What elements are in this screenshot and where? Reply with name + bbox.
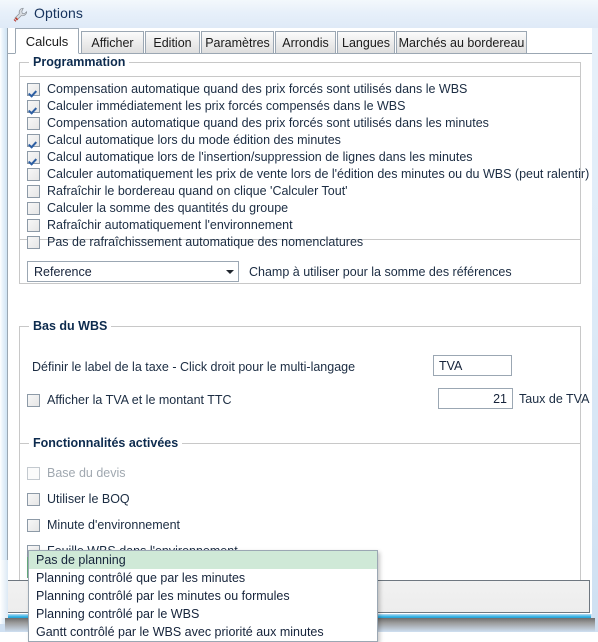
checkbox-row-rafraichir-environnement[interactable]: Rafraîchir automatiquement l'environneme… bbox=[27, 217, 293, 234]
dropdown-option-label: Planning contrôlé que par les minutes bbox=[36, 571, 246, 585]
checkbox-calcul-auto-insertion[interactable] bbox=[27, 151, 40, 164]
checkbox-compensation-auto-minutes[interactable] bbox=[27, 117, 40, 130]
checkbox-compensation-auto-wbs[interactable] bbox=[27, 83, 40, 96]
checkbox-row-calculer-prix-vente[interactable]: Calculer automatiquement les prix de ven… bbox=[27, 166, 589, 183]
checkbox-label: Pas de rafraîchissement automatique des … bbox=[47, 235, 364, 249]
tab-strip: Calculs Afficher Edition Paramètres Arro… bbox=[8, 28, 592, 54]
tab-label: Afficher bbox=[91, 35, 134, 50]
tax-label-description: Définir le label de la taxe - Click droi… bbox=[32, 360, 356, 374]
checkbox-label: Rafraîchir automatiquement l'environneme… bbox=[47, 218, 293, 232]
tab-label: Edition bbox=[153, 35, 192, 50]
checkbox-label: Calcul automatique lors de l'insertion/s… bbox=[47, 150, 473, 164]
dropdown-option-label: Planning contrôlé par les minutes ou for… bbox=[36, 589, 290, 603]
tab-label: Langues bbox=[342, 35, 390, 50]
tab-label: Calculs bbox=[25, 33, 69, 49]
checkbox-row-minute-environnement[interactable]: Minute d'environnement bbox=[27, 517, 180, 534]
checkbox-afficher-tva-ttc[interactable] bbox=[27, 394, 40, 407]
tab-label: Paramètres bbox=[205, 35, 270, 50]
checkbox-somme-quantites-groupe[interactable] bbox=[27, 202, 40, 215]
checkbox-row-base-du-devis[interactable]: Base du devis bbox=[27, 465, 126, 482]
checkbox-label: Utiliser le BOQ bbox=[47, 492, 130, 506]
tab-pane-calculs: Programmation Compensation automatique q… bbox=[8, 54, 592, 614]
checkbox-row-compensation-auto-minutes[interactable]: Compensation automatique quand des prix … bbox=[27, 115, 489, 132]
group-title-bas-du-wbs: Bas du WBS bbox=[29, 319, 112, 333]
checkbox-label: Calcul automatique lors du mode édition … bbox=[47, 133, 341, 147]
wrench-icon bbox=[13, 7, 28, 22]
planning-mode-dropdown-list[interactable]: Pas de planning Planning contrôlé que pa… bbox=[28, 550, 378, 642]
checkbox-pas-rafraichissement-nomenclatures[interactable] bbox=[27, 236, 40, 249]
window-glow-left bbox=[0, 0, 7, 624]
dropdown-option-label: Planning contrôlé par le WBS bbox=[36, 607, 200, 621]
checkbox-rafraichir-bordereau[interactable] bbox=[27, 185, 40, 198]
checkbox-row-compensation-auto-wbs[interactable]: Compensation automatique quand des prix … bbox=[27, 81, 467, 98]
reference-field-value: Reference bbox=[34, 264, 92, 279]
checkbox-utiliser-le-boq[interactable] bbox=[27, 493, 40, 506]
checkbox-label: Calculer immédiatement les prix forcés c… bbox=[47, 99, 406, 113]
dropdown-option-label: Pas de planning bbox=[36, 553, 126, 567]
dropdown-option-gantt-par-wbs[interactable]: Gantt contrôlé par le WBS avec priorité … bbox=[29, 623, 377, 641]
tab-label: Marchés au bordereau bbox=[398, 35, 525, 50]
checkbox-label: Calculer la somme des quantités du group… bbox=[47, 201, 289, 215]
dropdown-option-planning-par-wbs[interactable]: Planning contrôlé par le WBS bbox=[29, 605, 377, 623]
tva-rate-input-value: 21 bbox=[493, 391, 507, 406]
tab-arrondis[interactable]: Arrondis bbox=[275, 31, 336, 54]
title-bar[interactable]: Options bbox=[0, 0, 598, 28]
checkbox-row-calcul-auto-insertion[interactable]: Calcul automatique lors de l'insertion/s… bbox=[27, 149, 473, 166]
checkbox-calculer-prix-vente[interactable] bbox=[27, 168, 40, 181]
checkbox-rafraichir-environnement[interactable] bbox=[27, 219, 40, 232]
reference-field-combo[interactable]: Reference bbox=[27, 261, 239, 282]
tab-calculs[interactable]: Calculs bbox=[15, 28, 79, 54]
dialog-client-area: Calculs Afficher Edition Paramètres Arro… bbox=[7, 28, 592, 615]
checkbox-base-du-devis[interactable] bbox=[27, 467, 40, 480]
tax-label-input[interactable]: TVA bbox=[433, 355, 512, 376]
group-title-programmation: Programmation bbox=[29, 55, 130, 69]
checkbox-label: Compensation automatique quand des prix … bbox=[47, 82, 468, 96]
options-window: Options Calculs Afficher Edition Paramèt… bbox=[0, 0, 598, 642]
checkbox-row-rafraichir-bordereau[interactable]: Rafraîchir le bordereau quand on clique … bbox=[27, 183, 348, 200]
checkbox-row-pas-rafraichissement-nomenclatures[interactable]: Pas de rafraîchissement automatique des … bbox=[27, 234, 363, 251]
tax-label-input-value: TVA bbox=[439, 358, 463, 373]
checkbox-calcul-auto-mode-edition[interactable] bbox=[27, 134, 40, 147]
dropdown-option-label: Gantt contrôlé par le WBS avec priorité … bbox=[36, 625, 324, 639]
tab-afficher[interactable]: Afficher bbox=[81, 31, 144, 54]
checkbox-label: Compensation automatique quand des prix … bbox=[47, 116, 489, 130]
tva-rate-input[interactable]: 21 bbox=[438, 388, 513, 409]
checkbox-label: Minute d'environnement bbox=[47, 518, 181, 532]
reference-field-description: Champ à utiliser pour la somme des référ… bbox=[249, 265, 512, 279]
checkbox-row-calculer-immediatement[interactable]: Calculer immédiatement les prix forcés c… bbox=[27, 98, 405, 115]
dropdown-option-pas-de-planning[interactable]: Pas de planning bbox=[29, 551, 377, 569]
checkbox-label: Afficher la TVA et le montant TTC bbox=[47, 393, 232, 407]
window-title: Options bbox=[34, 5, 83, 21]
dropdown-option-planning-minutes-ou-formules[interactable]: Planning contrôlé par les minutes ou for… bbox=[29, 587, 377, 605]
checkbox-label: Rafraîchir le bordereau quand on clique … bbox=[47, 184, 348, 198]
checkbox-row-somme-quantites-groupe[interactable]: Calculer la somme des quantités du group… bbox=[27, 200, 288, 217]
window-left-glow-bottom bbox=[0, 560, 8, 618]
checkbox-minute-environnement[interactable] bbox=[27, 519, 40, 532]
checkbox-row-afficher-tva-ttc[interactable]: Afficher la TVA et le montant TTC bbox=[27, 392, 232, 409]
group-bas-du-wbs: Bas du WBS bbox=[19, 319, 581, 444]
checkbox-label: Calculer automatiquement les prix de ven… bbox=[47, 167, 590, 181]
tab-marches-au-bordereau[interactable]: Marchés au bordereau bbox=[396, 31, 527, 54]
checkbox-row-calcul-auto-mode-edition[interactable]: Calcul automatique lors du mode édition … bbox=[27, 132, 341, 149]
checkbox-calculer-immediatement[interactable] bbox=[27, 100, 40, 113]
tab-label: Arrondis bbox=[282, 35, 329, 50]
tab-langues[interactable]: Langues bbox=[337, 31, 395, 54]
tab-edition[interactable]: Edition bbox=[145, 31, 200, 54]
chevron-down-icon[interactable] bbox=[221, 262, 238, 281]
tva-rate-label: Taux de TVA bbox=[519, 392, 590, 406]
checkbox-label: Base du devis bbox=[47, 466, 126, 480]
tab-parametres[interactable]: Paramètres bbox=[201, 31, 274, 54]
group-title-fonctionnalites: Fonctionnalités activées bbox=[29, 436, 183, 450]
checkbox-row-utiliser-le-boq[interactable]: Utiliser le BOQ bbox=[27, 491, 130, 508]
dropdown-option-planning-que-minutes[interactable]: Planning contrôlé que par les minutes bbox=[29, 569, 377, 587]
